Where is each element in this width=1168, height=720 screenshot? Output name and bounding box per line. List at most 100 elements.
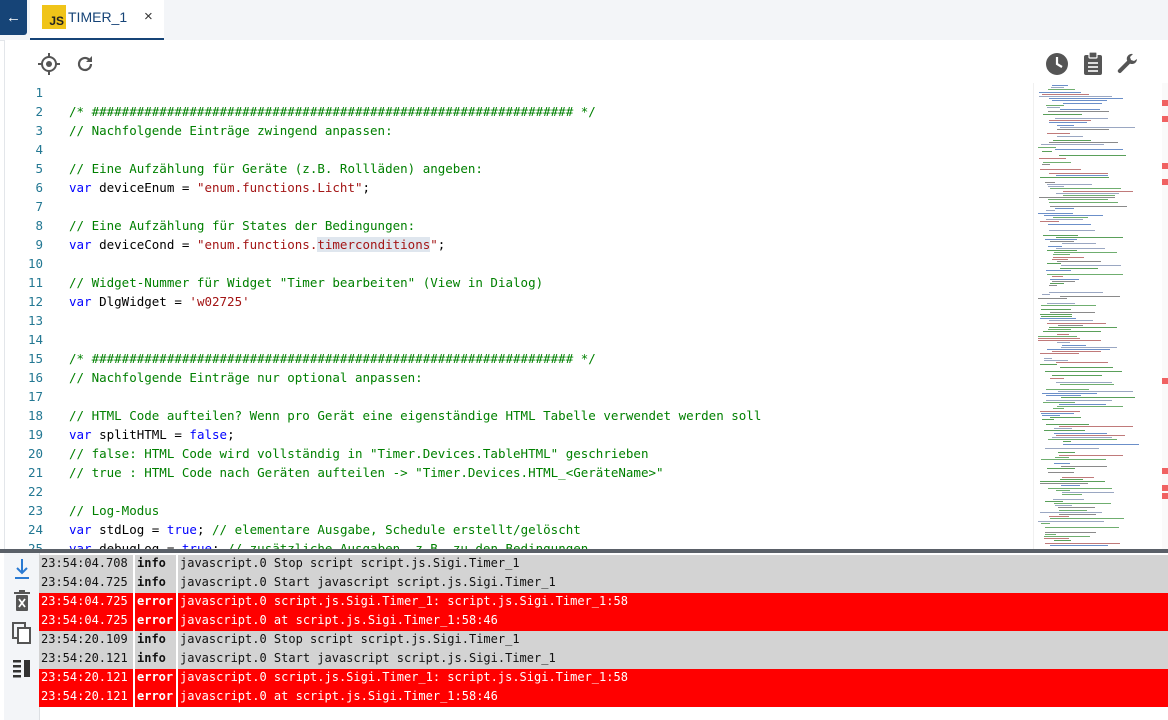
code-editor[interactable]: 1 2 3 4 5 6 7 8 9 10 11 12 13 14 15 16 17 18 19 20 21 22 23 24 2… (4, 83, 1168, 549)
code-line[interactable] (69, 311, 1034, 330)
code-line[interactable]: // false: HTML Code wird vollständig in … (69, 444, 1034, 463)
minimap-line (1062, 476, 1094, 478)
minimap-line (1062, 243, 1096, 245)
minimap-line (1041, 412, 1074, 414)
ruler-error-mark (1162, 378, 1168, 384)
minimap-line (1060, 366, 1113, 368)
log-time: 23:54:04.725 (39, 593, 133, 612)
minimap-line (1046, 388, 1089, 390)
code-line[interactable]: // Widget-Nummer für Widget "Timer bearb… (69, 273, 1034, 292)
minimap-line (1058, 507, 1095, 509)
minimap-line (1048, 111, 1109, 113)
filter-icon[interactable] (10, 656, 34, 680)
minimap-line (1045, 542, 1120, 544)
code-line[interactable] (69, 140, 1034, 159)
log-row[interactable]: 23:54:20.121 info javascript.0 Start javas… (39, 650, 1168, 669)
minimap-line (1049, 320, 1093, 322)
minimap-line (1047, 263, 1061, 265)
minimap-line (1063, 102, 1102, 104)
crosshair-icon[interactable] (36, 51, 62, 77)
minimap-line (1039, 96, 1112, 97)
code-line[interactable] (69, 482, 1034, 501)
minimap-line (1050, 241, 1074, 243)
code-line[interactable]: var splitHTML = false; (69, 425, 1034, 444)
log-row[interactable]: 23:54:20.121 error javascript.0 at script.… (39, 688, 1168, 707)
log-row[interactable]: 23:54:04.725 error javascript.0 script.js.… (39, 593, 1168, 612)
minimap-line (1050, 206, 1127, 207)
minimap-line (1043, 113, 1082, 115)
code-token: timerconditions (317, 237, 431, 252)
code-line[interactable]: var DlgWidget = 'w02725' (69, 292, 1034, 311)
minimap-line (1047, 349, 1110, 350)
minimap-line (1047, 322, 1106, 324)
overview-ruler[interactable] (1162, 83, 1168, 549)
code-line[interactable] (69, 254, 1034, 273)
minimap-line (1041, 522, 1050, 524)
log-row[interactable]: 23:54:20.109 info javascript.0 Stop script… (39, 631, 1168, 650)
tab-bar: ← JS TIMER_1 × (0, 0, 1168, 41)
tab-timer-1[interactable]: JS TIMER_1 × (30, 0, 164, 40)
code-token: // zusätzliche Ausgaben, z.B. zu den Bed… (227, 541, 589, 549)
minimap-line (1045, 531, 1096, 533)
code-line[interactable]: // Eine Aufzählung für Geräte (z.B. Roll… (69, 159, 1034, 178)
code-line[interactable]: // Nachfolgende Einträge nur optional an… (69, 368, 1034, 387)
log-toolbar (4, 553, 40, 720)
code-line[interactable] (69, 387, 1034, 406)
code-area[interactable]: /* #####################################… (69, 83, 1034, 549)
code-line[interactable]: var deviceEnum = "enum.functions.Licht"; (69, 178, 1034, 197)
code-token: var (69, 541, 92, 549)
code-token: /* #####################################… (69, 351, 596, 366)
code-line[interactable]: var stdLog = true; // elementare Ausgabe… (69, 520, 1034, 539)
delete-icon[interactable] (10, 589, 34, 613)
log-row[interactable]: 23:54:04.725 error javascript.0 at script.… (39, 612, 1168, 631)
minimap-line (1045, 527, 1119, 529)
minimap-line (1061, 346, 1117, 348)
panel-splitter[interactable] (0, 549, 1168, 553)
code-line[interactable]: // HTML Code aufteilen? Wenn pro Gerät e… (69, 406, 1034, 425)
refresh-icon[interactable] (72, 51, 98, 77)
minimap-line (1057, 135, 1083, 137)
scroll-down-icon[interactable] (10, 557, 34, 581)
minimap-line (1046, 219, 1083, 221)
minimap-line (1055, 505, 1072, 507)
log-row[interactable]: 23:54:04.708 info javascript.0 Stop script… (39, 555, 1168, 574)
line-number: 16 (27, 370, 43, 385)
log-row[interactable]: 23:54:04.725 info javascript.0 Start javas… (39, 574, 1168, 593)
minimap-line (1040, 364, 1057, 366)
minimap-line (1056, 236, 1123, 238)
minimap-line (1047, 133, 1070, 135)
copy-icon[interactable] (10, 621, 34, 645)
code-line[interactable]: var deviceCond = "enum.functions.timerco… (69, 235, 1034, 254)
minimap-line (1056, 175, 1108, 177)
code-line[interactable]: // true : HTML Code nach Geräten aufteil… (69, 463, 1034, 482)
code-line[interactable] (69, 330, 1034, 349)
minimap-line (1038, 212, 1073, 214)
code-token: // Nachfolgende Einträge nur optional an… (69, 370, 423, 385)
minimap-line (1045, 533, 1056, 535)
clipboard-icon[interactable] (1080, 51, 1106, 77)
wrench-icon[interactable] (1115, 51, 1141, 77)
code-line[interactable] (69, 197, 1034, 216)
log-row[interactable]: 23:54:20.121 error javascript.0 script.js.… (39, 669, 1168, 688)
code-line[interactable]: var debugLog = true; // zusätzliche Ausg… (69, 539, 1034, 549)
minimap-line (1050, 377, 1064, 379)
minimap-line (1059, 426, 1133, 427)
code-line[interactable] (69, 83, 1034, 102)
code-line[interactable]: /* #####################################… (69, 349, 1034, 368)
minimap-line (1060, 384, 1114, 386)
code-line[interactable]: /* #####################################… (69, 102, 1034, 121)
ruler-error-mark (1162, 493, 1168, 499)
minimap-line (1052, 437, 1112, 438)
back-button[interactable]: ← (0, 0, 27, 35)
minimap-line (1047, 467, 1075, 469)
log-message: javascript.0 Stop script script.js.Sigi.… (178, 631, 1168, 650)
minimap-line (1049, 230, 1095, 232)
code-line[interactable]: // Nachfolgende Einträge zwingend anpass… (69, 121, 1034, 140)
code-token: // Log-Modus (69, 503, 160, 518)
history-icon[interactable] (1044, 51, 1070, 77)
minimap[interactable] (1033, 83, 1162, 549)
code-line[interactable]: // Log-Modus (69, 501, 1034, 520)
close-icon[interactable]: × (144, 8, 153, 25)
minimap-line (1048, 223, 1091, 225)
code-line[interactable]: // Eine Aufzählung für States der Beding… (69, 216, 1034, 235)
